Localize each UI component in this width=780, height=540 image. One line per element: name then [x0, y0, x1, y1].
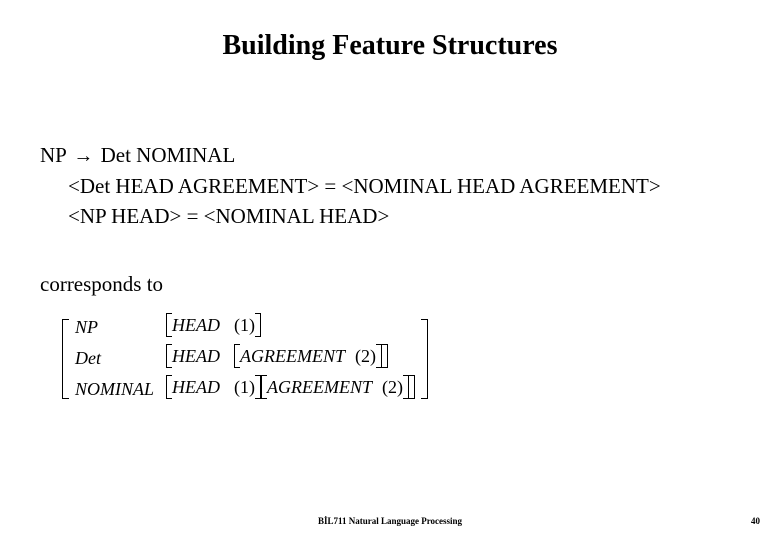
constraint-2: <NP HEAD> = <NOMINAL HEAD>: [40, 201, 760, 231]
arrow-icon: →: [71, 142, 95, 171]
slide: Building Feature Structures NP → Det NOM…: [0, 0, 780, 540]
corresponds-label: corresponds to: [40, 272, 163, 297]
row-label: Det: [69, 343, 160, 374]
slide-title: Building Feature Structures: [0, 30, 780, 62]
row-value: HEAD (1) AGREEMENT (2): [160, 374, 421, 405]
footer-course: BİL711 Natural Language Processing: [0, 516, 780, 526]
outer-right-bracket: [421, 319, 428, 399]
matrix-row: NOMINAL HEAD (1) AGREEMENT: [69, 374, 421, 405]
row-value: HEAD AGREEMENT (2): [160, 343, 421, 374]
rule-lhs: NP: [40, 143, 66, 167]
matrix-row: Det HEAD AGREEMENT (2): [69, 343, 421, 374]
grammar-rule: NP → Det NOMINAL: [40, 140, 760, 171]
matrix-row: NP HEAD (1): [69, 312, 421, 343]
content-block: NP → Det NOMINAL <Det HEAD AGREEMENT> = …: [40, 140, 760, 232]
footer-page-number: 40: [751, 516, 760, 526]
rule-rhs: Det NOMINAL: [101, 143, 236, 167]
row-value: HEAD (1): [160, 312, 421, 343]
feature-structure-matrix: NP HEAD (1) Det: [62, 312, 428, 405]
outer-left-bracket: [62, 319, 69, 399]
matrix-table: NP HEAD (1) Det: [69, 312, 421, 405]
row-label: NP: [69, 312, 160, 343]
constraint-1: <Det HEAD AGREEMENT> = <NOMINAL HEAD AGR…: [40, 171, 760, 201]
row-label: NOMINAL: [69, 374, 160, 405]
